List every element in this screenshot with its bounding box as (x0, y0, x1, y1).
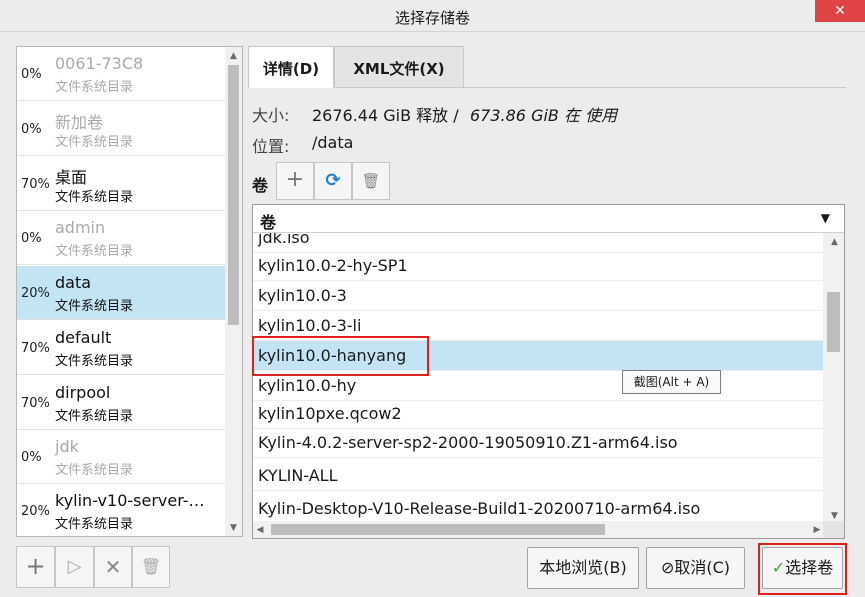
cancel-icon: ⊘ (660, 558, 675, 577)
pool-usage: 20% (21, 504, 50, 519)
scroll-up-arrow-icon[interactable]: ▲ (225, 49, 242, 63)
size-free-value: 2676.44 GiB 释放 / (312, 106, 459, 125)
pool-type: 文件系统目录 (55, 244, 134, 259)
cancel-label: 取消(C) (674, 558, 731, 577)
volume-row[interactable]: kylin10.0-2-hy-SP1 (253, 251, 825, 281)
pool-item-0061-73c8[interactable]: 0% 0061-73C8 文件系统目录 (17, 47, 225, 101)
selected-volume-highlight-box (252, 336, 429, 376)
volume-name: kylin10pxe.qcow2 (258, 404, 402, 423)
pool-name: jdk (55, 437, 79, 456)
volume-name: kylin10.0-hy (258, 376, 357, 395)
volume-row[interactable]: Kylin-Desktop-V10-Release-Build1-2020071… (253, 494, 825, 524)
scrollbar-thumb[interactable] (271, 524, 605, 535)
pool-item-jdk[interactable]: 0% jdk 文件系统目录 (17, 430, 225, 484)
start-pool-button[interactable]: ▷ (55, 546, 94, 588)
volume-name: kylin10.0-2-hy-SP1 (258, 256, 408, 275)
scroll-right-arrow-icon[interactable]: ▶ (810, 522, 824, 538)
choose-button-highlight-box (758, 543, 847, 595)
storage-pool-list: 0% 0061-73C8 文件系统目录 0% 新加卷 文件系统目录 70% 桌面… (16, 46, 243, 537)
pool-type: 文件系统目录 (55, 517, 134, 532)
pool-item-default[interactable]: 70% default 文件系统目录 (17, 321, 225, 375)
sort-arrow-icon[interactable]: ▼ (821, 211, 830, 225)
pool-name: kylin-v10-server-… (55, 491, 205, 510)
pool-name: data (55, 273, 92, 292)
pool-name: default (55, 328, 112, 347)
scroll-left-arrow-icon[interactable]: ◀ (253, 522, 267, 538)
scrollbar-corner (823, 521, 844, 538)
browse-local-button[interactable]: 本地浏览(B) (527, 547, 639, 589)
size-label: 大小: (252, 106, 290, 125)
refresh-volumes-button[interactable]: ⟳ (314, 162, 352, 200)
add-pool-button[interactable]: + (16, 546, 55, 588)
pool-item-desktop[interactable]: 70% 桌面 文件系统目录 (17, 157, 225, 211)
pool-usage: 0% (21, 231, 42, 246)
scroll-down-arrow-icon[interactable]: ▼ (225, 521, 242, 535)
volume-row[interactable]: kylin10.0-3 (253, 281, 825, 311)
tab-xml[interactable]: XML文件(X) (334, 46, 464, 88)
pool-name: 新加卷 (55, 113, 104, 132)
pool-item-xinjiajuan[interactable]: 0% 新加卷 文件系统目录 (17, 102, 225, 156)
pool-name: 桌面 (55, 168, 88, 187)
pool-usage: 70% (21, 396, 50, 411)
tab-details[interactable]: 详情(D) (248, 46, 334, 88)
stop-pool-button[interactable]: ✕ (94, 546, 132, 588)
volume-row[interactable]: kylin10pxe.qcow2 (253, 399, 825, 429)
size-used-value: 673.86 GiB 在 使用 (470, 106, 618, 125)
scroll-up-arrow-icon[interactable]: ▲ (826, 235, 843, 249)
pool-type: 文件系统目录 (55, 135, 134, 150)
volume-name: KYLIN-ALL (258, 466, 338, 485)
scrollbar-thumb[interactable] (228, 65, 239, 325)
pool-item-dirpool[interactable]: 70% dirpool 文件系统目录 (17, 376, 225, 430)
tab-divider (463, 87, 846, 88)
pool-usage: 70% (21, 177, 50, 192)
location-label: 位置: (252, 137, 290, 156)
volume-list-vscrollbar[interactable]: ▲ ▼ (823, 233, 844, 524)
screenshot-tooltip: 截图(Alt + A) (622, 370, 721, 394)
pool-item-data[interactable]: 20% data 文件系统目录 (17, 266, 225, 320)
pool-type: 文件系统目录 (55, 463, 134, 478)
pool-name: admin (55, 218, 106, 237)
pool-type: 文件系统目录 (55, 299, 134, 314)
volume-name: Kylin-Desktop-V10-Release-Build1-2020071… (258, 499, 701, 518)
pool-name: 0061-73C8 (55, 54, 144, 73)
location-value: /data (312, 133, 354, 152)
volume-list-hscrollbar[interactable] (253, 521, 823, 538)
pool-type: 文件系统目录 (55, 354, 134, 369)
pool-type: 文件系统目录 (55, 190, 134, 205)
pool-list-scrollbar[interactable]: ▲ ▼ (225, 47, 242, 536)
volume-row[interactable]: KYLIN-ALL (253, 461, 825, 491)
volumes-label: 卷 (252, 176, 269, 195)
pool-item-kylin-v10-server[interactable]: 20% kylin-v10-server-… 文件系统目录 (17, 484, 225, 536)
volume-header-label: 卷 (260, 213, 277, 232)
pool-usage: 70% (21, 341, 50, 356)
delete-volume-button[interactable]: 🗑 (352, 162, 390, 200)
volume-name: Kylin-4.0.2-server-sp2-2000-19050910.Z1-… (258, 433, 678, 452)
pool-usage: 0% (21, 450, 42, 465)
pool-item-admin[interactable]: 0% admin 文件系统目录 (17, 211, 225, 265)
pool-type: 文件系统目录 (55, 409, 134, 424)
scrollbar-thumb[interactable] (827, 292, 840, 352)
pool-type: 文件系统目录 (55, 80, 134, 95)
volume-name: kylin10.0-3 (258, 286, 347, 305)
volume-name: kylin10.0-3-li (258, 316, 362, 335)
delete-pool-button[interactable]: 🗑 (132, 546, 170, 588)
close-button[interactable]: ✕ (815, 0, 865, 22)
pool-usage: 0% (21, 67, 42, 82)
add-volume-button[interactable]: + (276, 162, 314, 200)
cancel-button[interactable]: ⊘取消(C) (646, 547, 745, 589)
volume-column-header[interactable]: 卷 ▼ (253, 205, 844, 233)
pool-usage: 20% (21, 286, 50, 301)
pool-name: dirpool (55, 383, 111, 402)
volume-row[interactable]: Kylin-4.0.2-server-sp2-2000-19050910.Z1-… (253, 428, 825, 458)
pool-usage: 0% (21, 122, 42, 137)
window-title: 选择存储卷 (394, 9, 470, 27)
